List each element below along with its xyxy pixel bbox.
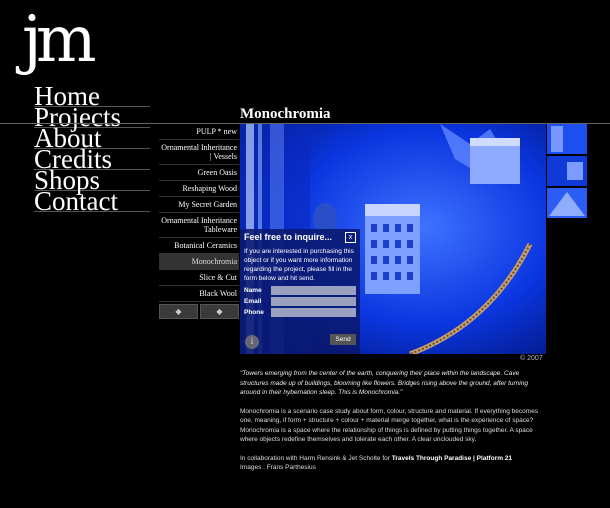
project-item-pulp[interactable]: PULP * new: [159, 124, 239, 140]
site-logo[interactable]: jm: [22, 8, 96, 72]
thumbnail-2[interactable]: [547, 156, 587, 186]
name-field[interactable]: [271, 286, 356, 295]
close-icon[interactable]: x: [345, 232, 356, 243]
info-icon[interactable]: i: [245, 335, 259, 349]
project-item-black-wool[interactable]: Black Wool: [159, 286, 239, 302]
thumbnail-1[interactable]: [547, 124, 587, 154]
project-item-ornamental-tableware[interactable]: Ornamental Inheritance Tableware: [159, 213, 239, 238]
project-pager: ◆ ◆: [159, 304, 239, 319]
project-item-secret-garden[interactable]: My Secret Garden: [159, 197, 239, 213]
thumbnail-strip: [547, 124, 587, 220]
image-copyright: © 2007: [520, 355, 543, 362]
collab-text: In collaboration with Harm Rensink & Jet…: [240, 454, 392, 462]
project-item-reshaping-wood[interactable]: Reshaping Wood: [159, 181, 239, 197]
project-item-green-oasis[interactable]: Green Oasis: [159, 165, 239, 181]
project-list: PULP * new Ornamental Inheritance | Vess…: [159, 124, 239, 319]
project-description: "Towers emerging from the center of the …: [240, 369, 545, 473]
phone-label: Phone: [244, 309, 264, 316]
project-item-slice-cut[interactable]: Slice & Cut: [159, 270, 239, 286]
nav-contact[interactable]: Contact: [34, 188, 150, 215]
phone-row: Phone: [240, 307, 360, 318]
inquiry-title: Feel free to inquire...: [244, 232, 333, 242]
name-row: Name: [240, 285, 360, 296]
next-arrow-button[interactable]: ◆: [200, 304, 239, 319]
collab-link[interactable]: Travels Through Paradise | Platform 21: [392, 455, 512, 462]
main-nav: Home Projects About Credits Shops Contac…: [34, 83, 150, 215]
project-item-botanical-ceramics[interactable]: Botanical Ceramics: [159, 238, 239, 254]
email-row: Email: [240, 296, 360, 307]
name-label: Name: [244, 287, 262, 294]
prev-arrow-button[interactable]: ◆: [159, 304, 198, 319]
description-quote: "Towers emerging from the center of the …: [240, 370, 528, 396]
inquiry-text: If you are interested in purchasing this…: [244, 248, 354, 282]
send-button[interactable]: Send: [330, 334, 356, 345]
email-label: Email: [244, 298, 262, 305]
description-body: Monochromia is a scenario case study abo…: [240, 407, 539, 444]
thumbnail-3[interactable]: [547, 188, 587, 218]
project-item-monochromia[interactable]: Monochromia: [159, 254, 239, 270]
project-item-ornamental-vessels[interactable]: Ornamental Inheritance | Vessels: [159, 140, 239, 165]
phone-field[interactable]: [271, 308, 356, 317]
inquiry-panel: Feel free to inquire... x If you are int…: [240, 229, 360, 354]
image-credit: Images : Frans Parthesius: [240, 464, 316, 471]
email-field[interactable]: [271, 297, 356, 306]
page-title: Monochromia: [240, 106, 331, 122]
